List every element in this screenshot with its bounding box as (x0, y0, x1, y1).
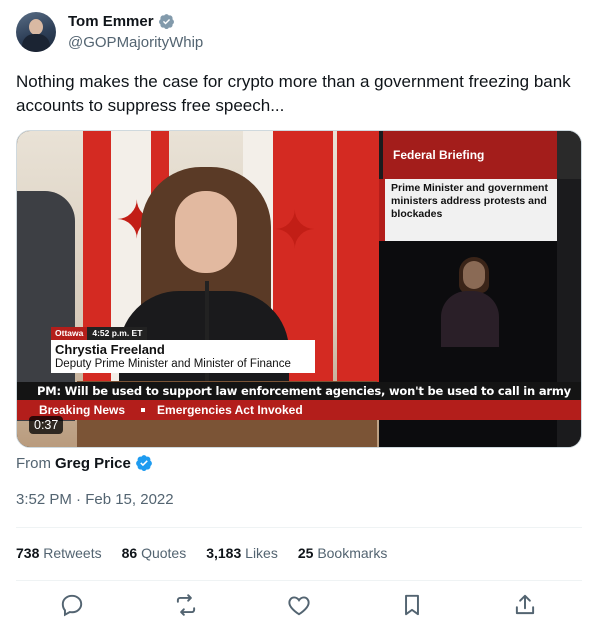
reply-icon[interactable] (59, 592, 85, 618)
avatar-face (29, 19, 43, 35)
news-ticker: PM: Will be used to support law enforcem… (17, 382, 581, 400)
bookmark-icon[interactable] (399, 592, 425, 618)
breaking-news-bar: Breaking News Emergencies Act Invoked (17, 400, 581, 420)
lower-third-title: Deputy Prime Minister and Minister of Fi… (51, 357, 315, 373)
attribution-name[interactable]: Greg Price (55, 455, 131, 472)
author-name-row: Tom Emmer (68, 13, 175, 30)
avatar-suit (22, 34, 50, 52)
likes-stat[interactable]: 3,183 Likes (206, 545, 278, 561)
attribution-prefix: From (16, 454, 51, 472)
breaking-text: Emergencies Act Invoked (157, 403, 303, 417)
engagement-stats: 738 Retweets 86 Quotes 3,183 Likes 25 Bo… (16, 545, 387, 561)
author-name[interactable]: Tom Emmer (68, 13, 154, 30)
lower-third-time: 4:52 p.m. ET (87, 327, 148, 340)
panel-title: Federal Briefing (383, 131, 557, 179)
avatar[interactable] (16, 12, 56, 52)
bookmarks-stat[interactable]: 25 Bookmarks (298, 545, 388, 561)
panel-caption: Prime Minister and government ministers … (379, 179, 557, 241)
verified-grey-icon (158, 14, 174, 30)
quotes-stat[interactable]: 86 Quotes (122, 545, 187, 561)
flag-far-right (337, 131, 379, 391)
lower-third: Ottawa 4:52 p.m. ET Chrystia Freeland De… (51, 327, 315, 373)
lower-third-location: Ottawa (51, 327, 88, 340)
share-icon[interactable] (512, 592, 538, 618)
speaker-face (175, 191, 237, 273)
tweet-text: Nothing makes the case for crypto more t… (16, 72, 571, 115)
video-duration: 0:37 (29, 416, 64, 434)
action-bar (16, 588, 582, 622)
like-icon[interactable] (286, 592, 312, 618)
video-attribution: From Greg Price (16, 454, 153, 472)
tweet-header: Tom Emmer @GOPMajorityWhip (16, 10, 582, 58)
verified-blue-icon (136, 455, 152, 471)
retweets-stat[interactable]: 738 Retweets (16, 545, 102, 561)
author-handle[interactable]: @GOPMajorityWhip (68, 34, 203, 51)
lower-third-name: Chrystia Freeland (51, 340, 315, 357)
divider-top (16, 527, 582, 528)
tweet-timestamp[interactable]: 3:52 PM · Feb 15, 2022 (16, 491, 174, 508)
divider-bottom (16, 580, 582, 581)
retweet-icon[interactable] (173, 592, 199, 618)
video-player[interactable]: ✦ ✦ Federal Briefing Prime Minister and … (16, 130, 582, 448)
